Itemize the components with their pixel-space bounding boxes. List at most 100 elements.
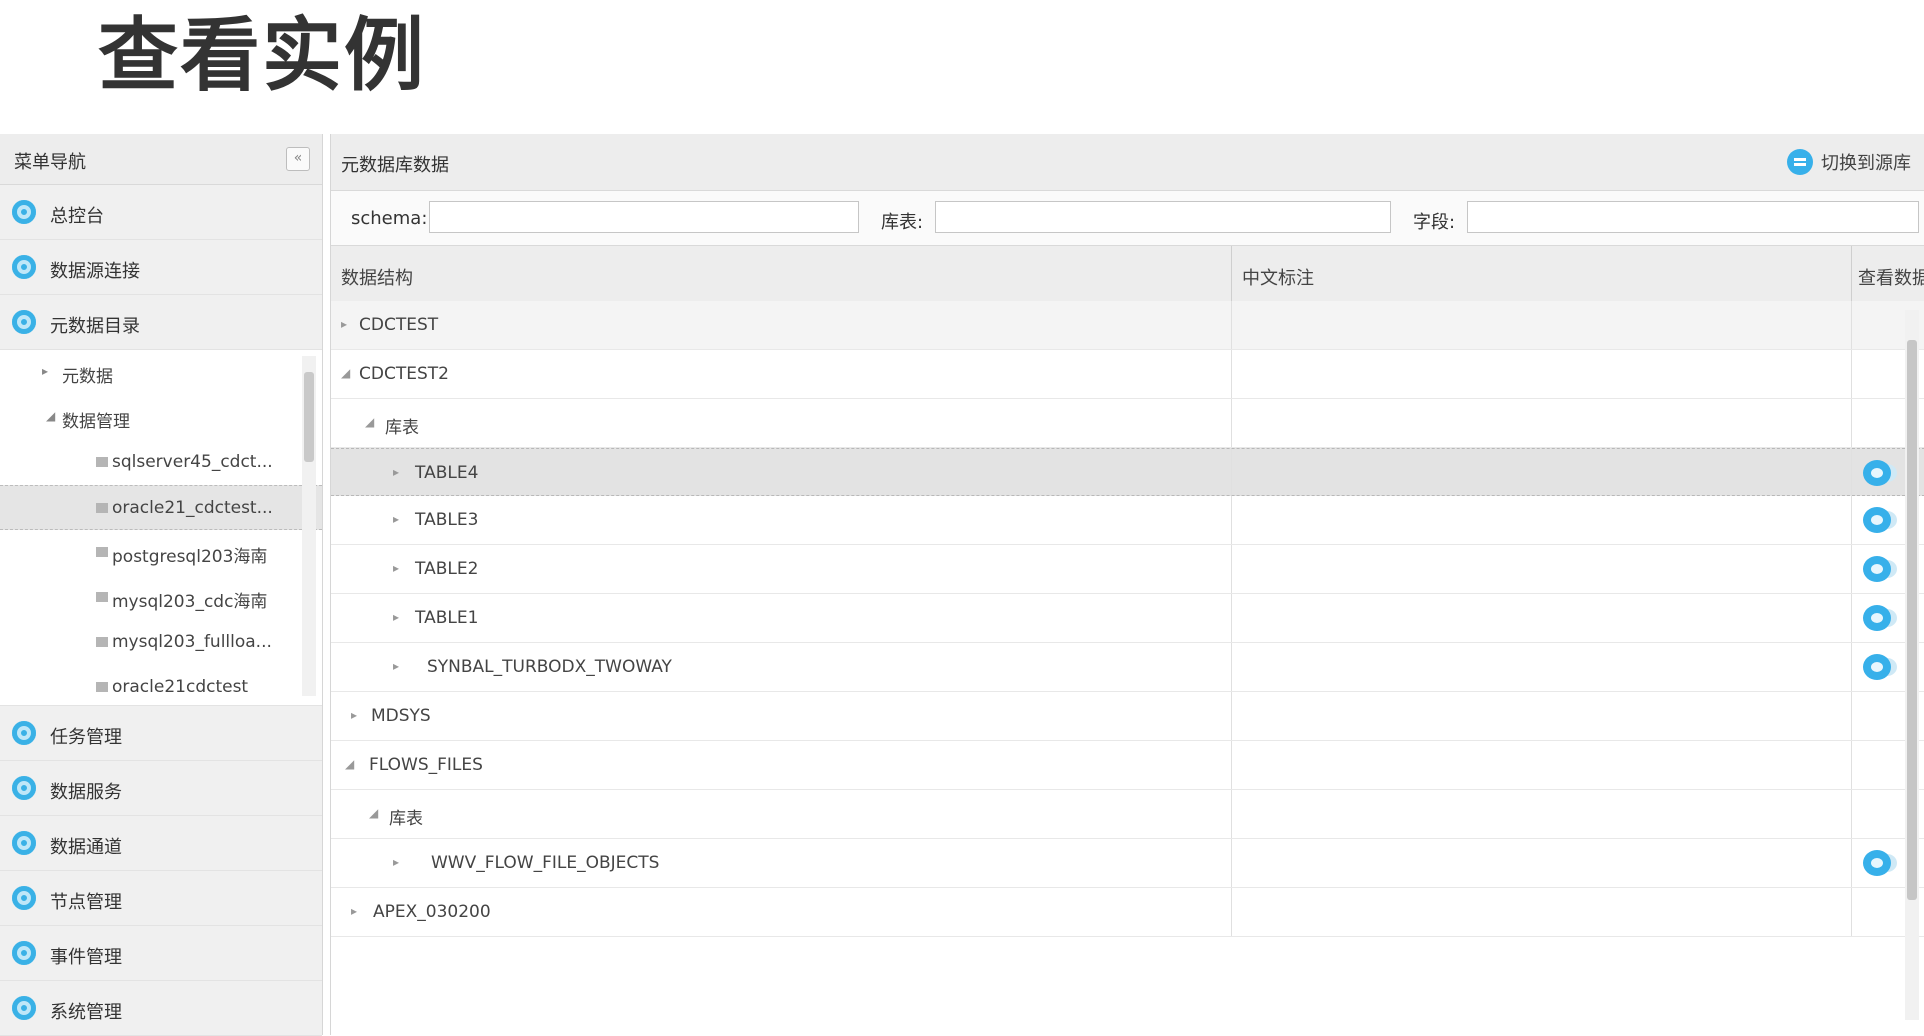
database-icon bbox=[96, 547, 108, 557]
collapse-icon[interactable]: ◢ bbox=[345, 757, 354, 771]
cell-divider bbox=[1851, 301, 1852, 349]
collapse-icon[interactable]: ◢ bbox=[341, 366, 350, 380]
slide-title: 查看实例 bbox=[98, 9, 426, 102]
menu-item-datasource[interactable]: 数据源连接 bbox=[0, 240, 322, 295]
expand-icon[interactable]: ▸ bbox=[393, 465, 399, 479]
expand-icon[interactable]: ▸ bbox=[351, 904, 357, 918]
tree-row-table[interactable]: ▸ TABLE3 bbox=[331, 496, 1924, 545]
tree-node-label: 库表 bbox=[389, 809, 423, 829]
tree-row-table[interactable]: ▸ TABLE1 bbox=[331, 594, 1924, 643]
collapse-icon[interactable]: ◢ bbox=[369, 806, 378, 820]
tree-row-schema[interactable]: ▸ CDCTEST bbox=[331, 301, 1924, 350]
cell-divider bbox=[1231, 643, 1232, 691]
tree-node-label: TABLE1 bbox=[415, 608, 479, 628]
menu-item-event-management[interactable]: 事件管理 bbox=[0, 926, 322, 981]
view-data-icon[interactable] bbox=[1863, 507, 1891, 533]
menu-item-label: 任务管理 bbox=[50, 727, 122, 748]
cell-divider bbox=[1851, 545, 1852, 593]
column-header-label: 数据结构 bbox=[341, 268, 413, 289]
switch-to-source-button[interactable]: 切换到源库 bbox=[1787, 148, 1911, 176]
tree-row-table[interactable]: ▸ SYNBAL_TURBODX_TWOWAY bbox=[331, 643, 1924, 692]
tree-grid: ▸ CDCTEST ◢ CDCTEST2 ◢ 库表 ▸ TABLE4 ▸ TAB… bbox=[331, 301, 1924, 1035]
column-header-comment[interactable]: 中文标注 bbox=[1232, 246, 1850, 302]
system-icon bbox=[12, 996, 36, 1020]
expand-icon[interactable]: ▸ bbox=[351, 708, 357, 722]
menu-item-system-management[interactable]: 系统管理 bbox=[0, 981, 322, 1036]
submenu-item-instance[interactable]: mysql203_cdc海南 bbox=[0, 575, 322, 620]
collapse-icon[interactable]: ◢ bbox=[365, 415, 374, 429]
table-input[interactable] bbox=[935, 201, 1391, 233]
expand-icon[interactable]: ▸ bbox=[393, 512, 399, 526]
view-data-icon[interactable] bbox=[1863, 556, 1891, 582]
expand-icon[interactable]: ▸ bbox=[393, 610, 399, 624]
submenu-item-metadata[interactable]: ▸ 元数据 bbox=[0, 350, 322, 395]
view-data-icon[interactable] bbox=[1863, 605, 1891, 631]
submenu-item-instance-selected[interactable]: oracle21_cdctest... bbox=[0, 485, 322, 530]
submenu-label: 数据管理 bbox=[62, 412, 130, 432]
expand-icon[interactable]: ▸ bbox=[393, 659, 399, 673]
expand-icon[interactable]: ▸ bbox=[341, 317, 347, 331]
expand-icon[interactable]: ▸ bbox=[393, 855, 399, 869]
menu-item-label: 节点管理 bbox=[50, 892, 122, 913]
expand-icon[interactable]: ▸ bbox=[42, 364, 48, 378]
submenu-item-data-management[interactable]: ◢ 数据管理 bbox=[0, 395, 322, 440]
database-icon bbox=[96, 503, 108, 513]
main-header: 元数据库数据 切换到源库 bbox=[331, 134, 1924, 191]
view-data-icon[interactable] bbox=[1863, 850, 1891, 876]
database-icon bbox=[96, 457, 108, 467]
cell-divider bbox=[1851, 399, 1852, 447]
submenu-item-instance[interactable]: sqlserver45_cdct... bbox=[0, 440, 322, 485]
tree-row-table-selected[interactable]: ▸ TABLE4 bbox=[331, 448, 1924, 496]
sidebar-title: 菜单导航 bbox=[14, 152, 86, 173]
view-data-icon[interactable] bbox=[1863, 460, 1891, 486]
cell-divider bbox=[1231, 790, 1232, 838]
submenu-item-instance[interactable]: postgresql203海南 bbox=[0, 530, 322, 575]
cell-divider bbox=[1231, 741, 1232, 789]
column-header-view[interactable]: 查看数据 bbox=[1852, 246, 1924, 302]
submenu-scrollbar[interactable] bbox=[302, 356, 316, 696]
collapse-sidebar-button[interactable]: « bbox=[286, 147, 310, 171]
tree-row-table[interactable]: ▸ WWV_FLOW_FILE_OBJECTS bbox=[331, 839, 1924, 888]
menu-item-data-service[interactable]: 数据服务 bbox=[0, 761, 322, 816]
schema-input[interactable] bbox=[429, 201, 859, 233]
submenu-label: postgresql203海南 bbox=[112, 547, 268, 567]
tree-node-label: WWV_FLOW_FILE_OBJECTS bbox=[431, 853, 660, 873]
submenu-label: 元数据 bbox=[62, 367, 113, 387]
submenu-label: oracle21cdctest bbox=[112, 677, 249, 697]
node-icon bbox=[12, 886, 36, 910]
column-header-structure[interactable]: 数据结构 bbox=[331, 246, 1231, 302]
tree-row-schema[interactable]: ▸ MDSYS bbox=[331, 692, 1924, 741]
tree-row-table-group[interactable]: ◢ 库表 bbox=[331, 790, 1924, 839]
menu-item-data-channel[interactable]: 数据通道 bbox=[0, 816, 322, 871]
cell-divider bbox=[1231, 399, 1232, 447]
grid-scrollbar[interactable] bbox=[1905, 310, 1919, 1020]
collapse-icon[interactable]: ◢ bbox=[46, 409, 55, 423]
submenu-item-instance[interactable]: oracle21cdctest bbox=[0, 665, 322, 710]
tree-row-table[interactable]: ▸ TABLE2 bbox=[331, 545, 1924, 594]
switch-icon bbox=[1787, 149, 1813, 175]
tree-row-schema[interactable]: ▸ APEX_030200 bbox=[331, 888, 1924, 937]
schema-label: schema: bbox=[351, 208, 428, 229]
tree-node-label: TABLE4 bbox=[415, 463, 479, 483]
menu-item-dashboard[interactable]: 总控台 bbox=[0, 185, 322, 240]
menu-item-metadata-catalog[interactable]: 元数据目录 bbox=[0, 295, 322, 350]
field-input[interactable] bbox=[1467, 201, 1919, 233]
submenu-item-instance[interactable]: mysql203_fullloa... bbox=[0, 620, 322, 665]
sidebar: 菜单导航 « 总控台 数据源连接 元数据目录 ▸ 元数据 ◢ 数据管理 sqls… bbox=[0, 134, 323, 1036]
menu-item-label: 数据通道 bbox=[50, 837, 122, 858]
menu-item-task-management[interactable]: 任务管理 bbox=[0, 706, 322, 761]
tree-row-schema[interactable]: ◢ CDCTEST2 bbox=[331, 350, 1924, 399]
switch-label: 切换到源库 bbox=[1821, 153, 1911, 174]
menu-item-label: 总控台 bbox=[50, 206, 104, 227]
channel-icon bbox=[12, 831, 36, 855]
grid-scrollbar-thumb[interactable] bbox=[1907, 340, 1917, 900]
tree-row-table-group[interactable]: ◢ 库表 bbox=[331, 399, 1924, 448]
sidebar-header: 菜单导航 « bbox=[0, 134, 322, 185]
field-label: 字段: bbox=[1413, 212, 1456, 233]
menu-item-node-management[interactable]: 节点管理 bbox=[0, 871, 322, 926]
metadata-submenu: ▸ 元数据 ◢ 数据管理 sqlserver45_cdct... oracle2… bbox=[0, 350, 322, 706]
submenu-scrollbar-thumb[interactable] bbox=[304, 372, 314, 462]
tree-row-schema[interactable]: ◢ FLOWS_FILES bbox=[331, 741, 1924, 790]
expand-icon[interactable]: ▸ bbox=[393, 561, 399, 575]
view-data-icon[interactable] bbox=[1863, 654, 1891, 680]
